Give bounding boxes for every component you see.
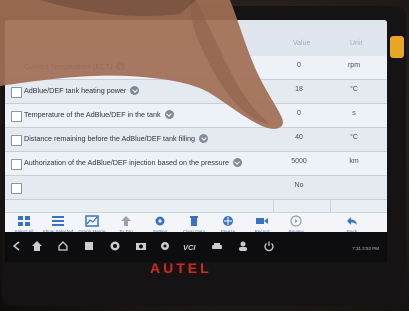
side-tab — [390, 36, 404, 58]
table-row[interactable]: Distance remaining before the AdBlue/DEF… — [5, 128, 387, 152]
graph-icon — [85, 215, 99, 227]
row-name: AdBlue/DEF tank heating power — [24, 86, 127, 95]
browser-icon[interactable] — [109, 240, 121, 252]
recent-apps-icon[interactable] — [83, 240, 95, 252]
home-icon[interactable] — [31, 240, 43, 252]
house-outline-icon[interactable] — [57, 240, 69, 252]
power-icon[interactable] — [263, 240, 275, 252]
table-row[interactable]: Coolant Temperature (ECT) 0 rpm — [5, 56, 387, 80]
row-value: 40 — [295, 134, 303, 141]
table-header: Value Unit — [5, 20, 387, 57]
back-icon[interactable] — [11, 240, 23, 252]
row-unit: s — [352, 110, 356, 117]
play-icon — [290, 215, 302, 227]
row-unit: km — [349, 158, 359, 165]
row-checkbox[interactable] — [11, 111, 22, 122]
column-header-value: Value — [293, 40, 311, 47]
row-value: 18 — [295, 86, 303, 93]
tablet-device: Value Unit Coolant Temperature (ECT) 0 r… — [2, 6, 406, 306]
table-row[interactable]: No — [5, 176, 387, 200]
row-unit: °C — [350, 86, 358, 93]
data-stream-list: Coolant Temperature (ECT) 0 rpm AdBlue/D… — [5, 56, 387, 200]
row-name: Distance remaining before the AdBlue/DEF… — [24, 134, 195, 143]
table-row[interactable]: AdBlue/DEF tank heating power 18 °C — [5, 80, 387, 104]
table-row[interactable]: Authorization of the AdBlue/DEF injectio… — [5, 152, 387, 176]
row-checkbox[interactable] — [11, 135, 22, 146]
row-value: 0 — [297, 62, 301, 69]
row-value: 5000 — [291, 158, 307, 165]
row-checkbox[interactable] — [11, 159, 22, 170]
trash-icon — [190, 216, 198, 226]
camera-icon[interactable] — [135, 240, 147, 252]
device-brand-logo: AUTEL — [150, 260, 212, 276]
row-name: Authorization of the AdBlue/DEF injectio… — [24, 158, 229, 167]
chevron-down-icon[interactable] — [232, 158, 242, 167]
row-value: No — [294, 182, 304, 189]
video-icon — [256, 218, 268, 224]
chevron-down-icon[interactable] — [116, 62, 126, 71]
system-bar: VCI 7:31 2:52 PM — [5, 232, 387, 262]
chevron-down-icon[interactable] — [164, 110, 174, 119]
gear-icon — [155, 216, 165, 226]
back-arrow-icon — [347, 217, 357, 225]
row-name: Coolant Temperature (ECT) — [24, 62, 113, 71]
status-bar-text: 7:31 2:52 PM — [352, 246, 379, 251]
table-row[interactable]: Temperature of the AdBlue/DEF in the tan… — [5, 104, 387, 128]
live-data-screen: Value Unit Coolant Temperature (ECT) 0 r… — [5, 20, 387, 240]
list-icon — [52, 216, 64, 226]
arrow-up-icon — [121, 216, 131, 226]
chevron-down-icon[interactable] — [130, 86, 140, 95]
row-value: 0 — [297, 110, 301, 117]
row-unit: rpm — [347, 62, 361, 69]
settings-sys-icon[interactable] — [159, 240, 171, 252]
column-header-unit: Unit — [350, 40, 363, 47]
grid-icon — [18, 216, 30, 226]
row-name: Temperature of the AdBlue/DEF in the tan… — [24, 110, 161, 119]
vci-label[interactable]: VCI — [183, 243, 196, 252]
row-checkbox[interactable] — [11, 183, 22, 194]
row-checkbox[interactable] — [11, 87, 22, 98]
freeze-icon — [223, 216, 233, 226]
row-unit: °C — [350, 134, 358, 141]
user-icon[interactable] — [237, 240, 249, 252]
car-icon[interactable] — [211, 240, 223, 252]
chevron-down-icon[interactable] — [199, 134, 208, 143]
